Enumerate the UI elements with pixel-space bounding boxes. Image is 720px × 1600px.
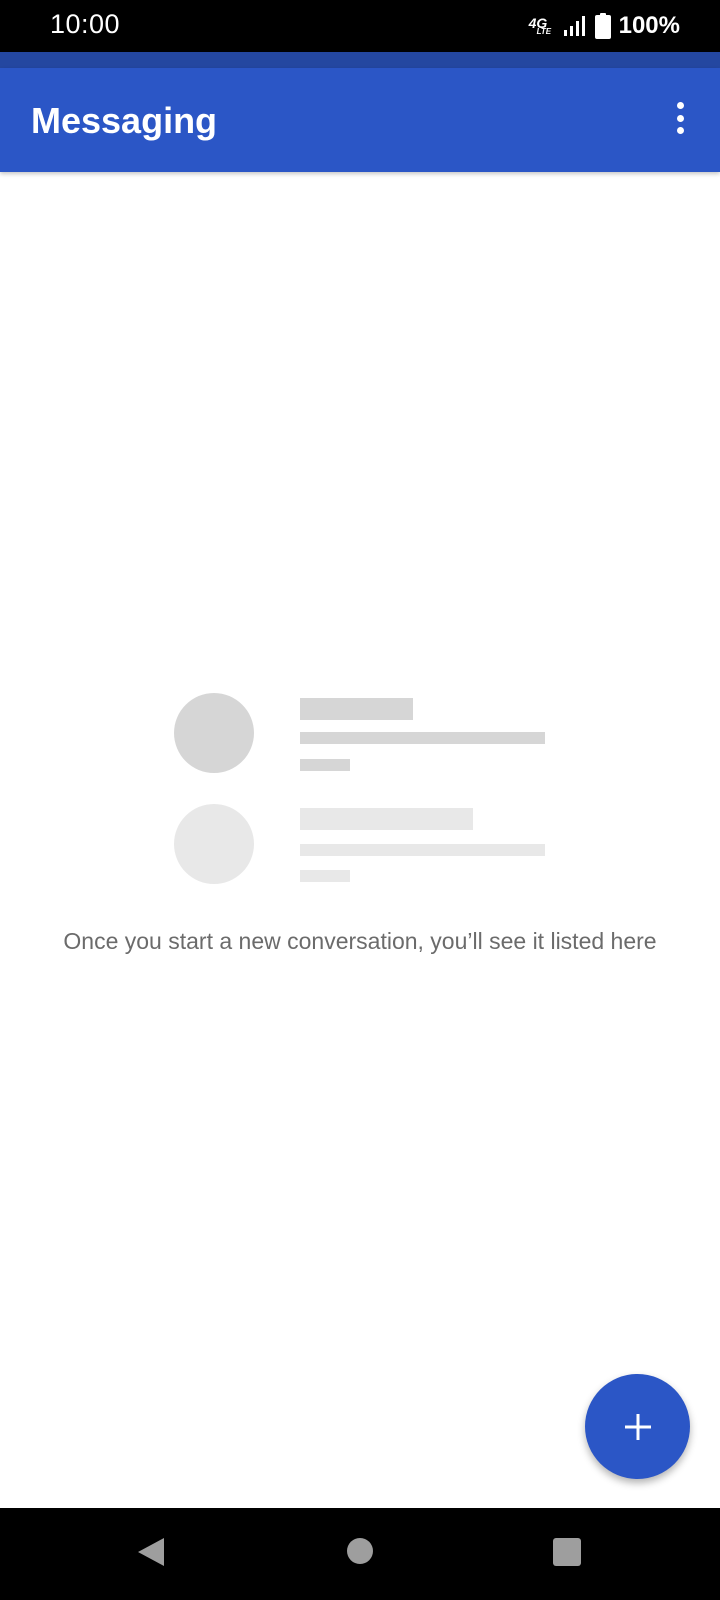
battery-percentage: 100% — [618, 12, 680, 39]
more-options-button[interactable] — [668, 98, 692, 138]
battery-icon — [594, 13, 611, 39]
placeholder-line — [300, 844, 545, 856]
page-title: Messaging — [31, 100, 218, 141]
network-type-icon: 4G LTE — [529, 12, 555, 40]
plus-icon — [624, 1413, 651, 1440]
placeholder-avatar — [174, 693, 254, 773]
placeholder-avatar — [174, 804, 254, 884]
status-icons: 4G LTE 100% — [529, 10, 680, 42]
more-vert-icon — [676, 102, 684, 109]
placeholder-line — [300, 698, 413, 720]
back-icon[interactable] — [137, 1537, 165, 1567]
placeholder-line — [300, 759, 350, 771]
placeholder-line — [300, 732, 545, 744]
placeholder-line — [300, 870, 350, 882]
empty-state-message: Once you start a new conversation, you’l… — [63, 928, 657, 954]
home-icon[interactable] — [347, 1538, 373, 1564]
signal-icon — [563, 16, 585, 36]
app-bar: Messaging — [0, 68, 720, 172]
empty-state-illustration — [174, 692, 550, 892]
new-conversation-button[interactable] — [585, 1374, 690, 1479]
placeholder-line — [300, 808, 473, 830]
network-lte-label: LTE — [536, 27, 552, 36]
status-bar: 10:00 4G LTE 100% — [0, 0, 720, 52]
navigation-bar — [0, 1508, 720, 1600]
status-time: 10:00 — [50, 9, 121, 39]
status-strip — [0, 52, 720, 68]
recents-icon[interactable] — [553, 1538, 581, 1566]
